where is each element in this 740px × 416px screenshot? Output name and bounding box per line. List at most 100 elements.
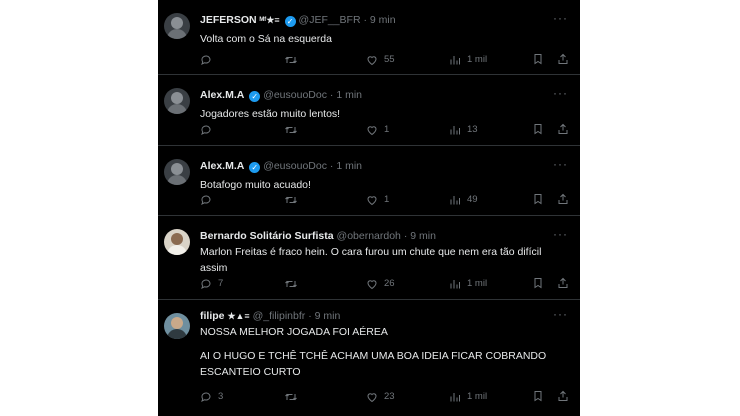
views-button[interactable]: 1 mil xyxy=(449,277,487,292)
user-handle[interactable]: @eusouoDoc xyxy=(263,160,327,172)
reply-button[interactable] xyxy=(200,123,218,138)
tweet[interactable]: Alex.M.A ✓ @eusouoDoc · 1 min ··· Botafo… xyxy=(158,146,580,216)
bookmark-button[interactable] xyxy=(532,390,544,404)
tweet-text: Marlon Freitas é fraco hein. O cara furo… xyxy=(200,244,560,276)
tweet[interactable]: Alex.M.A ✓ @eusouoDoc · 1 min ··· Jogado… xyxy=(158,75,580,146)
avatar[interactable] xyxy=(164,13,190,39)
reply-button[interactable] xyxy=(200,193,218,208)
timestamp[interactable]: 1 min xyxy=(336,160,362,172)
share-button[interactable] xyxy=(557,53,569,67)
like-button[interactable]: 23 xyxy=(366,390,395,405)
views-button[interactable]: 13 xyxy=(449,123,478,138)
user-name[interactable]: Alex.M.A xyxy=(200,89,244,101)
user-handle[interactable]: @JEF__BFR xyxy=(299,14,361,26)
bookmark-button[interactable] xyxy=(532,123,544,137)
bookmark-button[interactable] xyxy=(532,53,544,67)
views-button[interactable]: 1 mil xyxy=(449,390,487,405)
user-name[interactable]: Bernardo Solitário Surfista xyxy=(200,230,334,242)
tweet-actions: 55 1 mil xyxy=(200,53,580,67)
bar-chart-icon xyxy=(450,196,460,205)
share-icon xyxy=(558,54,568,65)
view-count: 1 mil xyxy=(467,54,488,65)
like-count: 55 xyxy=(384,54,395,65)
tweet-header: filipe ★▲≡ @_filipinbfr · 9 min xyxy=(200,309,340,323)
reply-button[interactable] xyxy=(200,53,218,68)
retweet-button[interactable] xyxy=(284,53,304,68)
bar-chart-icon xyxy=(450,393,460,402)
user-handle[interactable]: @eusouoDoc xyxy=(263,89,327,101)
bookmark-icon xyxy=(534,54,542,65)
more-options-icon[interactable]: ··· xyxy=(553,86,568,100)
more-options-icon[interactable]: ··· xyxy=(553,307,568,321)
views-button[interactable]: 49 xyxy=(449,193,478,208)
like-count: 23 xyxy=(384,391,395,402)
like-button[interactable]: 1 xyxy=(366,123,389,138)
retweet-icon xyxy=(285,280,297,288)
timestamp[interactable]: 9 min xyxy=(410,230,436,242)
like-button[interactable]: 55 xyxy=(366,53,395,68)
tweet-actions: 1 49 xyxy=(200,193,580,207)
share-button[interactable] xyxy=(557,390,569,404)
tweet-header: Bernardo Solitário Surfista @obernardoh … xyxy=(200,229,436,243)
timestamp[interactable]: 1 min xyxy=(336,89,362,101)
reply-button[interactable]: 3 xyxy=(200,390,223,405)
reply-button[interactable]: 7 xyxy=(200,277,223,292)
bar-chart-icon xyxy=(450,126,460,135)
like-button[interactable]: 1 xyxy=(366,193,389,208)
share-button[interactable] xyxy=(557,277,569,291)
share-button[interactable] xyxy=(557,123,569,137)
verified-icon: ✓ xyxy=(249,91,261,102)
tweet-text: Jogadores estão muito lentos! xyxy=(200,106,560,122)
tweet-actions: 3 23 1 mil xyxy=(200,390,580,404)
tweet[interactable]: filipe ★▲≡ @_filipinbfr · 9 min ··· NOSS… xyxy=(158,300,580,416)
bookmark-icon xyxy=(534,194,542,205)
bookmark-button[interactable] xyxy=(532,277,544,291)
tweet-feed: JEFERSON ᴹᶠ★≡ ✓ @JEF__BFR · 9 min ··· Vo… xyxy=(158,0,580,416)
retweet-button[interactable] xyxy=(284,277,304,292)
tweet[interactable]: JEFERSON ᴹᶠ★≡ ✓ @JEF__BFR · 9 min ··· Vo… xyxy=(158,0,580,75)
retweet-button[interactable] xyxy=(284,123,304,138)
more-options-icon[interactable]: ··· xyxy=(553,11,568,25)
user-badge: ᴹᶠ★≡ xyxy=(259,15,280,25)
avatar[interactable] xyxy=(164,159,190,185)
avatar[interactable] xyxy=(164,313,190,339)
user-badge: ★▲≡ xyxy=(227,311,250,321)
user-handle[interactable]: @obernardoh xyxy=(337,230,401,242)
avatar[interactable] xyxy=(164,229,190,255)
separator-dot: · xyxy=(403,230,408,242)
like-count: 1 xyxy=(384,194,390,205)
separator-dot: · xyxy=(329,160,334,172)
view-count: 1 mil xyxy=(467,391,488,402)
user-handle[interactable]: @_filipinbfr xyxy=(253,310,306,322)
verified-icon: ✓ xyxy=(249,162,261,173)
view-count: 13 xyxy=(467,124,478,135)
share-icon xyxy=(558,194,568,205)
like-button[interactable]: 26 xyxy=(366,277,395,292)
retweet-button[interactable] xyxy=(284,390,304,405)
timestamp[interactable]: 9 min xyxy=(315,310,341,322)
user-name[interactable]: JEFERSON xyxy=(200,14,257,26)
bar-chart-icon xyxy=(450,280,460,289)
tweet-text: Botafogo muito acuado! xyxy=(200,177,560,193)
tweet-text-line: AI O HUGO E TCHÊ TCHÊ ACHAM UMA BOA IDEI… xyxy=(200,350,547,362)
avatar[interactable] xyxy=(164,88,190,114)
bookmark-button[interactable] xyxy=(532,193,544,207)
tweet-text-line: Volta com o Sá na esquerda xyxy=(200,33,332,45)
more-options-icon[interactable]: ··· xyxy=(553,157,568,171)
views-button[interactable]: 1 mil xyxy=(449,53,487,68)
user-name[interactable]: Alex.M.A xyxy=(200,160,244,172)
retweet-button[interactable] xyxy=(284,193,304,208)
tweet[interactable]: Bernardo Solitário Surfista @obernardoh … xyxy=(158,216,580,300)
retweet-icon xyxy=(285,196,297,204)
view-count: 1 mil xyxy=(467,278,488,289)
share-button[interactable] xyxy=(557,193,569,207)
tweet-text-line: Jogadores estão muito lentos! xyxy=(200,108,341,120)
tweet-text: Volta com o Sá na esquerda xyxy=(200,31,560,47)
heart-icon xyxy=(367,393,377,403)
more-options-icon[interactable]: ··· xyxy=(553,227,568,241)
bookmark-icon xyxy=(534,391,542,402)
tweet-text: NOSSA MELHOR JOGADA FOI AÉREA AI O HUGO … xyxy=(200,324,560,380)
timestamp[interactable]: 9 min xyxy=(370,14,396,26)
user-name[interactable]: filipe xyxy=(200,310,225,322)
verified-icon: ✓ xyxy=(284,16,296,27)
